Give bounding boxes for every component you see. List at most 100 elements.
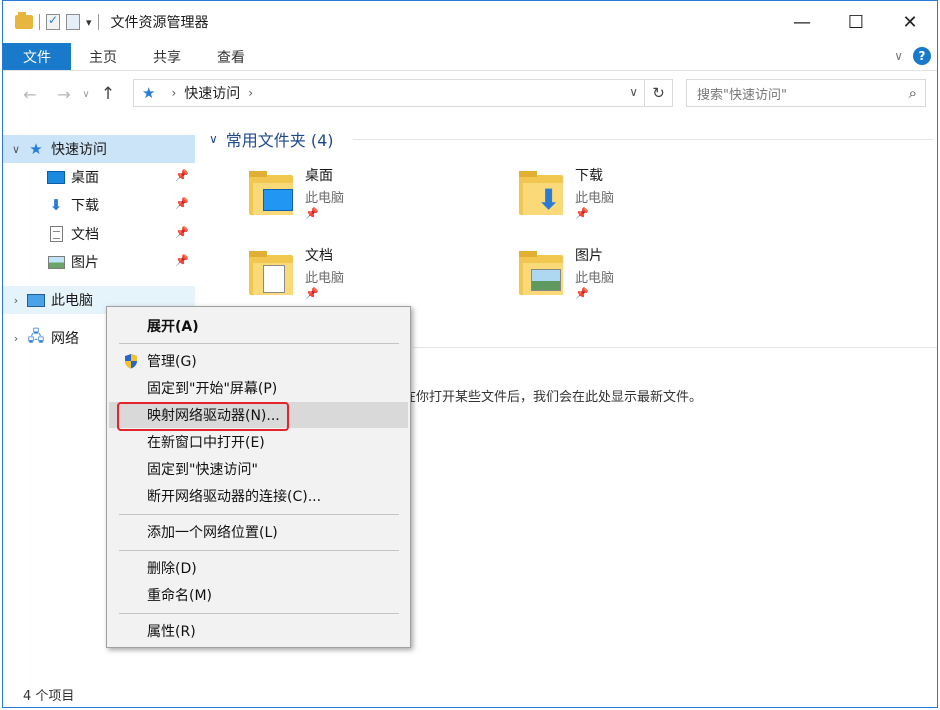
folder-tile-downloads[interactable]: ⬇ 下载 此电脑 📌 (519, 165, 759, 229)
menu-item-add-network-location[interactable]: 添加一个网络位置(L) (109, 519, 408, 545)
maximize-button[interactable]: ☐ (829, 1, 883, 43)
divider (413, 347, 937, 348)
title-bar: ▾ 文件资源管理器 — ☐ ✕ (3, 1, 937, 43)
shield-icon (125, 354, 137, 369)
menu-item-delete[interactable]: 删除(D) (109, 555, 408, 581)
chevron-down-icon[interactable]: ∨ (629, 85, 638, 99)
nav-item-pictures[interactable]: 图片 📌 (3, 248, 195, 276)
back-button[interactable]: ← (19, 85, 41, 104)
group-title: 常用文件夹 (4) (225, 131, 334, 150)
nav-label: 桌面 (71, 170, 99, 186)
folder-name: 文档 (305, 248, 333, 264)
up-button[interactable]: ↑ (97, 84, 119, 104)
forward-button[interactable]: → (53, 85, 75, 104)
context-menu: 展开(A) 管理(G) 固定到"开始"屏幕(P) 映射网络驱动器(N)... 在… (106, 306, 411, 648)
download-icon: ⬇ (49, 196, 63, 214)
folder-tile-desktop[interactable]: 桌面 此电脑 📌 (249, 165, 489, 229)
highlight-box (117, 402, 289, 431)
window-controls: — ☐ ✕ (775, 1, 937, 43)
group-header-frequent-folders[interactable]: ∨ 常用文件夹 (4) (209, 127, 334, 151)
folder-name: 下载 (575, 168, 603, 184)
download-icon: ⬇ (537, 183, 561, 216)
folder-location: 此电脑 (575, 271, 615, 286)
folder-icon (249, 171, 293, 215)
new-folder-icon[interactable] (66, 14, 80, 30)
refresh-button[interactable]: ↻ (644, 80, 672, 106)
folder-location: 此电脑 (305, 191, 345, 206)
window-title: 文件资源管理器 (110, 15, 209, 31)
menu-item-manage[interactable]: 管理(G) (109, 348, 408, 374)
folder-tile-documents[interactable]: 文档 此电脑 📌 (249, 245, 489, 309)
nav-label: 下载 (71, 198, 99, 214)
nav-label: 文档 (71, 227, 99, 243)
menu-separator (119, 550, 399, 551)
search-icon[interactable]: ⌕ (909, 84, 917, 102)
tab-share[interactable]: 共享 (135, 43, 199, 70)
menu-label: 管理(G) (147, 354, 197, 370)
folder-tile-pictures[interactable]: 图片 此电脑 📌 (519, 245, 759, 309)
desktop-icon (263, 189, 293, 211)
pin-icon: 📌 (175, 254, 189, 267)
quick-access-star-icon: ★ (142, 84, 156, 102)
chevron-right-icon[interactable]: › (248, 86, 253, 100)
tab-file[interactable]: 文件 (3, 43, 71, 70)
recent-files-message: 在你打开某些文件后，我们会在此处显示最新文件。 (403, 390, 703, 405)
nav-item-desktop[interactable]: 桌面 📌 (3, 163, 195, 191)
pin-icon: 📌 (575, 207, 589, 220)
nav-label: 此电脑 (51, 293, 93, 309)
chevron-right-icon[interactable]: › (9, 294, 23, 307)
pictures-icon (531, 269, 561, 291)
folder-name: 桌面 (305, 168, 333, 184)
documents-icon (49, 226, 63, 242)
menu-item-pin-to-quick-access[interactable]: 固定到"快速访问" (109, 456, 408, 482)
nav-quick-access[interactable]: ∨ ★ 快速访问 (3, 135, 195, 163)
search-input[interactable]: 搜索"快速访问" ⌕ (686, 79, 926, 107)
menu-item-properties[interactable]: 属性(R) (109, 618, 408, 644)
quick-access-toolbar: ▾ (15, 12, 99, 30)
menu-item-expand[interactable]: 展开(A) (109, 313, 408, 339)
pin-icon: 📌 (175, 197, 189, 210)
menu-item-disconnect-network-drive[interactable]: 断开网络驱动器的连接(C)... (109, 483, 408, 509)
toolbar-divider (39, 14, 40, 30)
tab-view[interactable]: 查看 (199, 43, 263, 70)
menu-separator (119, 514, 399, 515)
tab-home[interactable]: 主页 (71, 43, 135, 70)
minimize-button[interactable]: — (775, 1, 829, 43)
folder-name: 图片 (575, 248, 603, 264)
pin-icon: 📌 (175, 226, 189, 239)
recent-locations-button[interactable]: ∨ (79, 89, 93, 100)
chevron-down-icon[interactable]: ∨ (209, 132, 218, 146)
help-icon[interactable]: ? (913, 47, 931, 65)
ribbon-tabs: 文件 主页 共享 查看 ∨ ? (3, 43, 937, 71)
pin-icon: 📌 (575, 287, 589, 300)
pictures-icon (47, 255, 65, 269)
menu-item-open-new-window[interactable]: 在新窗口中打开(E) (109, 429, 408, 455)
folder-icon (15, 12, 33, 29)
close-button[interactable]: ✕ (883, 1, 937, 43)
network-icon: 🖧 (27, 326, 45, 345)
properties-icon[interactable] (46, 13, 60, 30)
status-item-count: 4 个项目 (23, 689, 75, 704)
pin-icon: 📌 (305, 287, 319, 300)
folder-location: 此电脑 (305, 271, 345, 286)
chevron-down-icon[interactable]: ∨ (9, 143, 23, 156)
address-row: ← → ∨ ↑ ★ › 快速访问 › ∨ ↻ 搜索"快速访问" ⌕ (3, 79, 937, 109)
nav-item-documents[interactable]: 文档 📌 (3, 220, 195, 248)
chevron-right-icon[interactable]: › (171, 86, 176, 100)
desktop-icon (47, 170, 65, 184)
address-path[interactable]: 快速访问 (184, 83, 240, 103)
nav-label: 图片 (71, 255, 99, 271)
search-placeholder: 搜索"快速访问" (697, 87, 787, 103)
chevron-right-icon[interactable]: › (9, 332, 23, 345)
expand-ribbon-icon[interactable]: ∨ (894, 49, 903, 63)
documents-icon (263, 265, 285, 293)
address-bar[interactable]: ★ › 快速访问 › ∨ ↻ (133, 79, 673, 107)
menu-item-rename[interactable]: 重命名(M) (109, 582, 408, 608)
pin-icon: 📌 (175, 169, 189, 182)
customize-toolbar-icon[interactable]: ▾ (86, 16, 92, 29)
folder-icon (249, 251, 293, 295)
nav-item-downloads[interactable]: ⬇ 下载 📌 (3, 191, 195, 219)
quick-access-star-icon: ★ (29, 140, 43, 158)
pin-icon: 📌 (305, 207, 319, 220)
menu-item-pin-to-start[interactable]: 固定到"开始"屏幕(P) (109, 375, 408, 401)
